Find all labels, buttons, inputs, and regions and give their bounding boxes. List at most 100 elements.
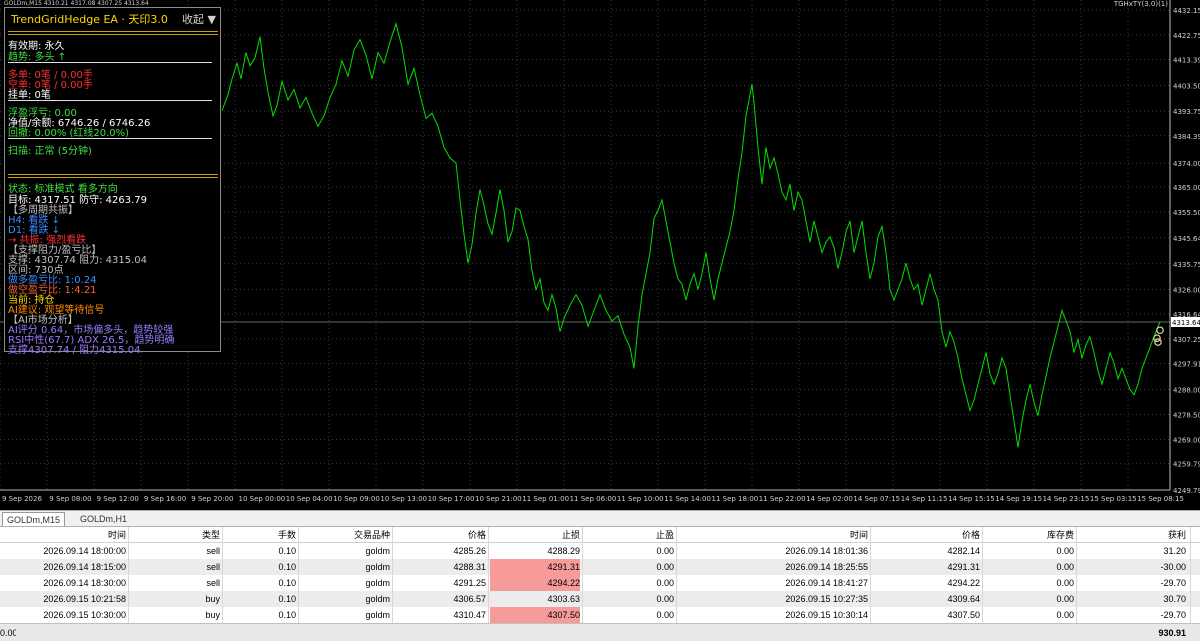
header-close-time[interactable]: 时间 — [678, 527, 868, 543]
cell-type: buy — [205, 594, 220, 604]
time-tick-label: 14 Sep 07:15 — [853, 495, 900, 503]
cell-close-time: 2026.09.15 10:27:35 — [785, 594, 868, 604]
cell-swap: 0.00 — [1056, 610, 1074, 620]
time-tick-label: 10 Sep 00:00 — [239, 495, 286, 503]
cell-sl: 4288.29 — [547, 546, 580, 556]
time-tick-label: 11 Sep 06:00 — [570, 495, 617, 503]
cell-swap: 0.00 — [1056, 594, 1074, 604]
cell-tp: 0.00 — [656, 610, 674, 620]
header-price[interactable]: 价格 — [394, 527, 486, 543]
cell-sl: 4307.50 — [490, 607, 580, 623]
cell-price: 4285.26 — [453, 546, 486, 556]
header-close-price[interactable]: 价格 — [872, 527, 980, 543]
cell-profit: 30.70 — [1163, 594, 1186, 604]
cell-sl: 4303.63 — [547, 594, 580, 604]
time-tick-label: 14 Sep 19:15 — [995, 495, 1042, 503]
header-open-time[interactable]: 时间 — [0, 527, 126, 543]
trade-history-table: 时间 类型 手数 交易品种 价格 止损 止盈 时间 价格 库存费 获利 2026… — [0, 527, 1200, 641]
divider — [8, 34, 218, 35]
cell-price: 4310.47 — [453, 610, 486, 620]
cell-close-time: 2026.09.14 18:25:55 — [785, 562, 868, 572]
cell-lots: 0.10 — [278, 610, 296, 620]
cell-swap: 0.00 — [1056, 546, 1074, 556]
cell-profit: 31.20 — [1163, 546, 1186, 556]
price-tick-label: 4297.91 — [1173, 360, 1200, 368]
price-chart[interactable]: 4432.15 4422.75 4413.39 4403.50 4393.75 4384.… — [0, 0, 1200, 510]
cell-open-time: 2026.09.14 18:00:00 — [43, 546, 126, 556]
divider — [8, 174, 218, 175]
table-row[interactable]: 2026.09.14 18:30:00 sell 0.10 goldm 4291.25 4… — [0, 575, 1200, 591]
cell-tp: 0.00 — [656, 578, 674, 588]
cell-profit: -29.70 — [1160, 610, 1186, 620]
column-divider — [676, 527, 677, 623]
price-tick-label: 4345.64 — [1173, 235, 1200, 243]
price-tick-label: 4374.00 — [1173, 160, 1200, 168]
price-tick-label: 4278.50 — [1173, 411, 1200, 419]
cell-close-time: 2026.09.15 10:30:14 — [785, 610, 868, 620]
price-line-series — [221, 21, 1161, 448]
current-price-label: 4313.64 — [1172, 319, 1200, 327]
divider — [8, 62, 212, 63]
time-tick-label: 14 Sep 11:15 — [901, 495, 948, 503]
price-tick-label: 4365.00 — [1173, 184, 1200, 192]
time-tick-label: 11 Sep 10:00 — [617, 495, 664, 503]
price-tick-label: 4393.75 — [1173, 108, 1200, 116]
cell-profit: -29.70 — [1160, 578, 1186, 588]
header-tp[interactable]: 止盈 — [584, 527, 674, 543]
indicator-label: TGHxTY(3.0)(1) — [1113, 0, 1168, 8]
header-profit[interactable]: 获利 — [1078, 527, 1186, 543]
time-tick-label: 9 Sep 2026 — [2, 495, 42, 503]
tab-goldm-h1[interactable]: GOLDm,H1 — [76, 512, 131, 526]
cell-price: 4288.31 — [453, 562, 486, 572]
table-row[interactable]: 2026.09.14 18:15:00 sell 0.10 goldm 4288.31 4… — [0, 559, 1200, 575]
cell-type: sell — [206, 562, 220, 572]
cell-close-time: 2026.09.14 18:01:36 — [785, 546, 868, 556]
header-lots[interactable]: 手数 — [224, 527, 296, 543]
cell-symbol: goldm — [365, 578, 390, 588]
price-tick-label: 4307.25 — [1173, 336, 1200, 344]
table-footer: 0.00 930.91 — [0, 623, 1200, 641]
time-tick-label: 10 Sep 21:00 — [475, 495, 522, 503]
cell-type: sell — [206, 578, 220, 588]
table-row[interactable]: 2026.09.15 10:30:00 buy 0.10 goldm 4310.47 43… — [0, 607, 1200, 623]
symbol-header: GOLDm,M15 4310.21 4317.08 4307.25 4313.6… — [4, 0, 149, 7]
time-tick-label: 9 Sep 20:00 — [191, 495, 233, 503]
chart-tabs: GOLDm,M15 GOLDm,H1 — [0, 510, 1200, 527]
table-row[interactable]: 2026.09.14 18:00:00 sell 0.10 goldm 4285.26 4… — [0, 543, 1200, 559]
cell-open-time: 2026.09.14 18:15:00 — [43, 562, 126, 572]
column-divider — [870, 527, 871, 623]
cell-close-price: 4294.22 — [947, 578, 980, 588]
cell-tp: 0.00 — [656, 562, 674, 572]
header-swap[interactable]: 库存费 — [984, 527, 1074, 543]
divider — [8, 31, 218, 32]
header-type[interactable]: 类型 — [130, 527, 220, 543]
cell-open-time: 2026.09.15 10:30:00 — [43, 610, 126, 620]
time-tick-label: 14 Sep 02:00 — [806, 495, 853, 503]
cell-profit: -30.00 — [1160, 562, 1186, 572]
column-divider — [582, 527, 583, 623]
tab-goldm-m15[interactable]: GOLDm,M15 — [2, 512, 66, 526]
header-symbol[interactable]: 交易品种 — [300, 527, 390, 543]
column-divider — [128, 527, 129, 623]
cell-price: 4306.57 — [453, 594, 486, 604]
trend-text: 趋势: 多头 ↑ — [8, 52, 67, 63]
table-row[interactable]: 2026.09.15 10:21:58 buy 0.10 goldm 4306.57 43… — [0, 591, 1200, 607]
price-tick-label: 4413.39 — [1173, 56, 1200, 64]
header-sl[interactable]: 止损 — [490, 527, 580, 543]
trade-marker-icon[interactable] — [1154, 338, 1162, 346]
column-divider — [982, 527, 983, 623]
cell-swap: 0.00 — [1056, 578, 1074, 588]
time-tick-label: 9 Sep 12:00 — [97, 495, 139, 503]
column-divider — [392, 527, 393, 623]
time-tick-label: 10 Sep 04:00 — [286, 495, 333, 503]
ea-info-panel[interactable]: TrendGridHedge EA · 天印3.0 收起 ▼ 有效期: 永久 趋… — [4, 7, 221, 356]
time-tick-label: 15 Sep 03:15 — [1090, 495, 1137, 503]
price-tick-label: 4326.00 — [1173, 286, 1200, 294]
divider — [8, 100, 212, 101]
cell-symbol: goldm — [365, 594, 390, 604]
cell-close-price: 4309.64 — [947, 594, 980, 604]
trade-marker-icon[interactable] — [1156, 326, 1164, 335]
collapse-button[interactable]: 收起 ▼ — [182, 11, 216, 27]
time-tick-label: 15 Sep 08:15 — [1137, 495, 1184, 503]
cell-close-price: 4307.50 — [947, 610, 980, 620]
